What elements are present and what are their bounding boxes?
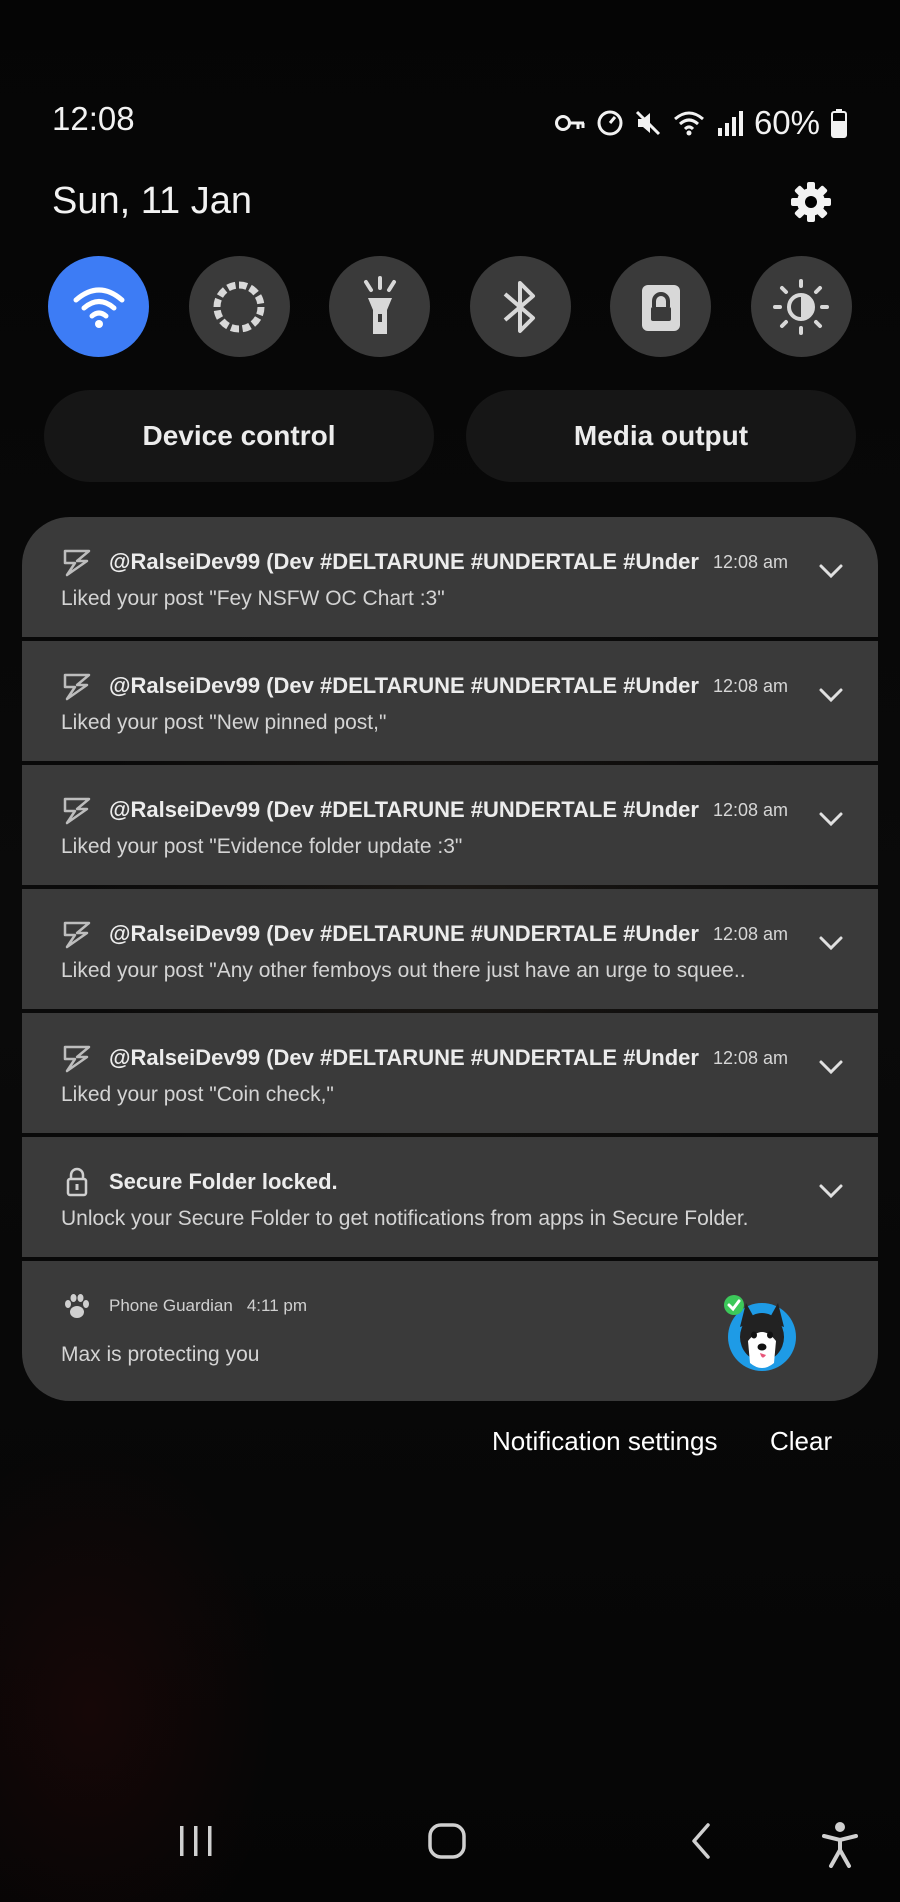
accessibility-button[interactable] [819, 1820, 861, 1873]
notification-time: 12:08 am [713, 799, 789, 820]
wifi-icon [673, 111, 704, 136]
eye-comfort-icon [773, 278, 830, 335]
battery-icon [831, 109, 847, 138]
notification-item[interactable]: @RalseiDev99 (Dev #DELTARUNE #UNDERTALE … [22, 765, 878, 885]
signal-icon [717, 111, 743, 136]
notification-settings-button[interactable]: Notification settings [492, 1426, 717, 1457]
home-button[interactable] [426, 1820, 468, 1867]
navigation-bar [0, 1820, 900, 1880]
notification-footer: Notification settings Clear [0, 1420, 900, 1470]
secure-folder-notification[interactable]: Secure Folder locked. Unlock your Secure… [22, 1137, 878, 1257]
notification-body: Liked your post "New pinned post," [61, 711, 387, 734]
lock-icon [641, 284, 680, 331]
quick-settings [48, 256, 852, 357]
flashlight-toggle[interactable] [329, 256, 431, 357]
mute-icon [635, 110, 660, 136]
gear-icon[interactable] [789, 180, 833, 224]
notification-item[interactable]: @RalseiDev99 (Dev #DELTARUNE #UNDERTALE … [22, 641, 878, 761]
chevron-down-icon[interactable] [818, 563, 844, 579]
chevron-down-icon[interactable] [818, 811, 844, 827]
media-output-button[interactable]: Media output [466, 390, 856, 482]
app-bolt-icon [63, 549, 91, 577]
recents-button[interactable] [176, 1820, 216, 1867]
husky-mascot-icon [724, 1295, 796, 1371]
notification-time: 12:08 am [713, 923, 789, 944]
recents-icon [180, 1826, 212, 1856]
vpn-key-icon [554, 115, 585, 131]
bluetooth-toggle[interactable] [469, 256, 571, 357]
notification-time: 12:08 am [713, 551, 789, 572]
app-bolt-icon [63, 673, 91, 701]
notification-time: 12:08 am [713, 675, 789, 696]
battery-percent: 60% [753, 104, 820, 141]
notification-title: Secure Folder locked. [109, 1169, 338, 1194]
rotate-icon [213, 281, 265, 332]
chevron-down-icon[interactable] [818, 687, 844, 703]
bluetooth-icon [503, 280, 536, 333]
phone-guardian-notification[interactable]: Phone Guardian 4:11 pm Max is protecting… [22, 1261, 878, 1401]
notification-title: @RalseiDev99 (Dev #DELTARUNE #UNDERTALE … [109, 673, 699, 698]
notification-title: @RalseiDev99 (Dev #DELTARUNE #UNDERTALE … [109, 549, 699, 574]
autorotate-toggle[interactable] [188, 256, 290, 357]
paw-icon [65, 1294, 89, 1318]
back-button[interactable] [686, 1820, 716, 1867]
flashlight-icon [363, 275, 396, 334]
wifi-toggle[interactable] [48, 256, 149, 357]
home-icon [428, 1823, 466, 1859]
lock-toggle[interactable] [610, 256, 712, 357]
notification-title: @RalseiDev99 (Dev #DELTARUNE #UNDERTALE … [109, 1045, 699, 1070]
notification-item[interactable]: @RalseiDev99 (Dev #DELTARUNE #UNDERTALE … [22, 1013, 878, 1133]
notification-body: Liked your post "Fey NSFW OC Chart :3" [61, 587, 445, 610]
clear-button[interactable]: Clear [770, 1426, 832, 1457]
accessibility-icon [822, 1822, 858, 1868]
app-bolt-icon [63, 921, 91, 949]
wifi-icon [73, 287, 124, 328]
notification-time: 12:08 am [713, 1047, 789, 1068]
notification-item[interactable]: @RalseiDev99 (Dev #DELTARUNE #UNDERTALE … [22, 517, 878, 637]
notification-app-name: Phone Guardian [109, 1296, 233, 1315]
app-bolt-icon [63, 1045, 91, 1073]
notification-body: Liked your post "Any other femboys out t… [61, 959, 746, 982]
status-time: 12:08 [52, 100, 135, 137]
chevron-down-icon[interactable] [818, 935, 844, 951]
app-bolt-icon [63, 797, 91, 825]
notification-title: @RalseiDev99 (Dev #DELTARUNE #UNDERTALE … [109, 921, 699, 946]
status-icons: 60% [554, 100, 848, 146]
back-icon [692, 1823, 710, 1859]
eye-comfort-toggle[interactable] [750, 256, 852, 357]
panel-shortcuts: Device control Media output [44, 390, 856, 482]
chevron-down-icon[interactable] [818, 1183, 844, 1199]
notification-body: Unlock your Secure Folder to get notific… [61, 1207, 749, 1230]
notification-time: 4:11 pm [246, 1296, 307, 1315]
data-saver-icon [597, 110, 623, 136]
notification-item[interactable]: @RalseiDev99 (Dev #DELTARUNE #UNDERTALE … [22, 889, 878, 1009]
notification-body: Liked your post "Coin check," [61, 1083, 334, 1106]
chevron-down-icon[interactable] [818, 1059, 844, 1075]
notification-title: @RalseiDev99 (Dev #DELTARUNE #UNDERTALE … [109, 797, 699, 822]
device-control-button[interactable]: Device control [44, 390, 434, 482]
notification-list: @RalseiDev99 (Dev #DELTARUNE #UNDERTALE … [22, 517, 878, 1401]
date: Sun, 11 Jan [52, 180, 253, 222]
notification-body: Liked your post "Evidence folder update … [61, 835, 463, 858]
lock-icon [66, 1167, 88, 1197]
